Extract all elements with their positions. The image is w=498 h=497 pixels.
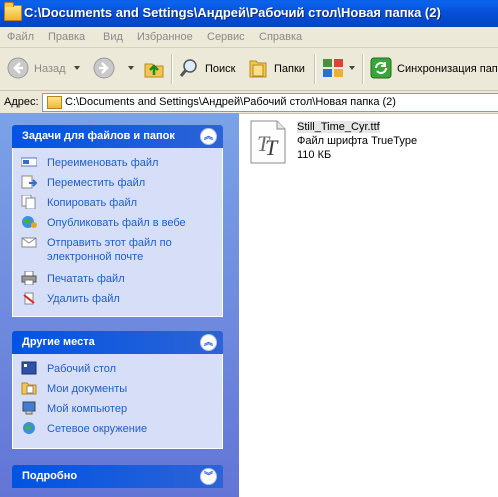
place-my-documents[interactable]: Мои документы: [21, 380, 221, 398]
details-box: Подробно ︾: [12, 465, 223, 488]
folder-up-icon: [144, 63, 164, 78]
sync-folder-button[interactable]: Синхронизация папки: [366, 48, 498, 90]
print-icon: [21, 271, 37, 285]
task-email-label: Отправить этот файл по электронной почте: [47, 237, 172, 263]
forward-button[interactable]: [90, 48, 136, 90]
details-header[interactable]: Подробно ︾: [12, 465, 223, 488]
search-button[interactable]: Поиск: [176, 48, 240, 90]
task-print-label: Печатать файл: [47, 273, 125, 285]
place-network[interactable]: Сетевое окружение: [21, 420, 221, 438]
task-move[interactable]: Переместить файл: [21, 174, 221, 192]
sync-icon: [370, 57, 392, 79]
file-name-text: Still_Time_Cyr.ttf: [297, 121, 380, 133]
task-copy-label: Копировать файл: [47, 197, 138, 209]
address-bar: Адрес: C:\Documents and Settings\Андрей\…: [0, 91, 498, 114]
place-my-computer-label: Мой компьютер: [47, 403, 128, 415]
folders-label: Папки: [274, 63, 305, 75]
task-copy[interactable]: Копировать файл: [21, 194, 221, 212]
details-title: Подробно: [22, 470, 78, 482]
place-my-computer[interactable]: Мой компьютер: [21, 400, 221, 418]
views-button[interactable]: [318, 48, 358, 90]
truetype-font-icon: T T: [250, 120, 286, 164]
task-delete-label: Удалить файл: [47, 293, 120, 305]
back-arrow-icon: [7, 57, 29, 79]
place-desktop[interactable]: Рабочий стол: [21, 360, 221, 378]
svg-text:T: T: [265, 135, 279, 160]
task-delete[interactable]: Удалить файл: [21, 290, 221, 308]
tasks-body: Переименовать файл Переместить файл Копи…: [12, 148, 223, 317]
other-places-title: Другие места: [22, 336, 95, 348]
other-places-header[interactable]: Другие места ︽: [12, 331, 223, 354]
task-email[interactable]: Отправить этот файл по электронной почте: [21, 234, 221, 266]
menu-edit[interactable]: Правка: [48, 31, 85, 43]
menu-view[interactable]: Вид: [103, 31, 123, 43]
rename-icon: [21, 157, 37, 167]
title-bar[interactable]: C:\Documents and Settings\Андрей\Рабочий…: [0, 0, 498, 27]
task-pane: Задачи для файлов и папок ︽ Переименоват…: [0, 113, 239, 497]
tasks-title: Задачи для файлов и папок: [22, 130, 175, 142]
back-button[interactable]: Назад: [4, 48, 80, 90]
copy-icon: [21, 195, 36, 209]
file-name: Still_Time_Cyr.ttf: [297, 121, 380, 133]
search-icon: [179, 59, 197, 77]
collapse-chevron-icon[interactable]: ︽: [200, 334, 217, 351]
folders-button[interactable]: Папки: [245, 48, 309, 90]
collapse-chevron-icon[interactable]: ︽: [200, 128, 217, 145]
task-print[interactable]: Печатать файл: [21, 270, 221, 288]
place-my-documents-label: Мои документы: [47, 383, 128, 395]
publish-web-icon: [22, 216, 37, 228]
search-label: Поиск: [205, 63, 236, 75]
other-places-box: Другие места ︽ Рабочий стол Мои документ…: [12, 331, 223, 449]
menu-file[interactable]: Файл: [7, 31, 34, 43]
email-icon: [21, 237, 37, 248]
window-title: C:\Documents and Settings\Андрей\Рабочий…: [24, 5, 441, 20]
task-publish[interactable]: Опубликовать файл в вебе: [21, 214, 221, 232]
file-type: Файл шрифта TrueType: [297, 135, 418, 147]
address-input[interactable]: C:\Documents and Settings\Андрей\Рабочий…: [42, 93, 498, 112]
delete-icon: [23, 292, 35, 305]
menu-favorites[interactable]: Избранное: [137, 31, 193, 43]
views-icon: [323, 59, 343, 77]
folder-icon: [47, 96, 62, 109]
file-size: 110 КБ: [297, 149, 332, 161]
my-computer-icon: [22, 401, 36, 415]
network-icon: [23, 422, 35, 434]
other-places-body: Рабочий стол Мои документы Мой компьютер…: [12, 354, 223, 449]
tasks-box: Задачи для файлов и папок ︽ Переименоват…: [12, 125, 223, 317]
tasks-header[interactable]: Задачи для файлов и папок ︽: [12, 125, 223, 148]
task-rename-label: Переименовать файл: [47, 157, 159, 169]
sync-label: Синхронизация папки: [397, 63, 498, 75]
address-label: Адрес:: [4, 96, 39, 108]
task-rename[interactable]: Переименовать файл: [21, 154, 221, 172]
expand-chevron-icon[interactable]: ︾: [200, 468, 217, 485]
place-desktop-label: Рабочий стол: [47, 363, 117, 375]
desktop-icon: [21, 361, 37, 375]
my-documents-icon: [21, 382, 37, 395]
back-label: Назад: [34, 63, 66, 75]
menu-tools[interactable]: Сервис: [207, 31, 245, 43]
place-network-label: Сетевое окружение: [47, 423, 148, 435]
move-icon: [21, 175, 37, 189]
task-move-label: Переместить файл: [47, 177, 146, 189]
toolbar: Назад Поиск Папки Синхронизация папки: [0, 48, 498, 91]
address-value: C:\Documents and Settings\Андрей\Рабочий…: [65, 96, 396, 108]
folder-icon: [4, 2, 22, 21]
forward-arrow-icon: [93, 57, 115, 79]
menu-bar: Файл Правка Вид Избранное Сервис Справка: [0, 27, 498, 48]
task-publish-label: Опубликовать файл в вебе: [47, 217, 186, 229]
up-folder-button[interactable]: [141, 48, 167, 90]
folders-icon: [249, 60, 267, 78]
menu-help[interactable]: Справка: [259, 31, 302, 43]
